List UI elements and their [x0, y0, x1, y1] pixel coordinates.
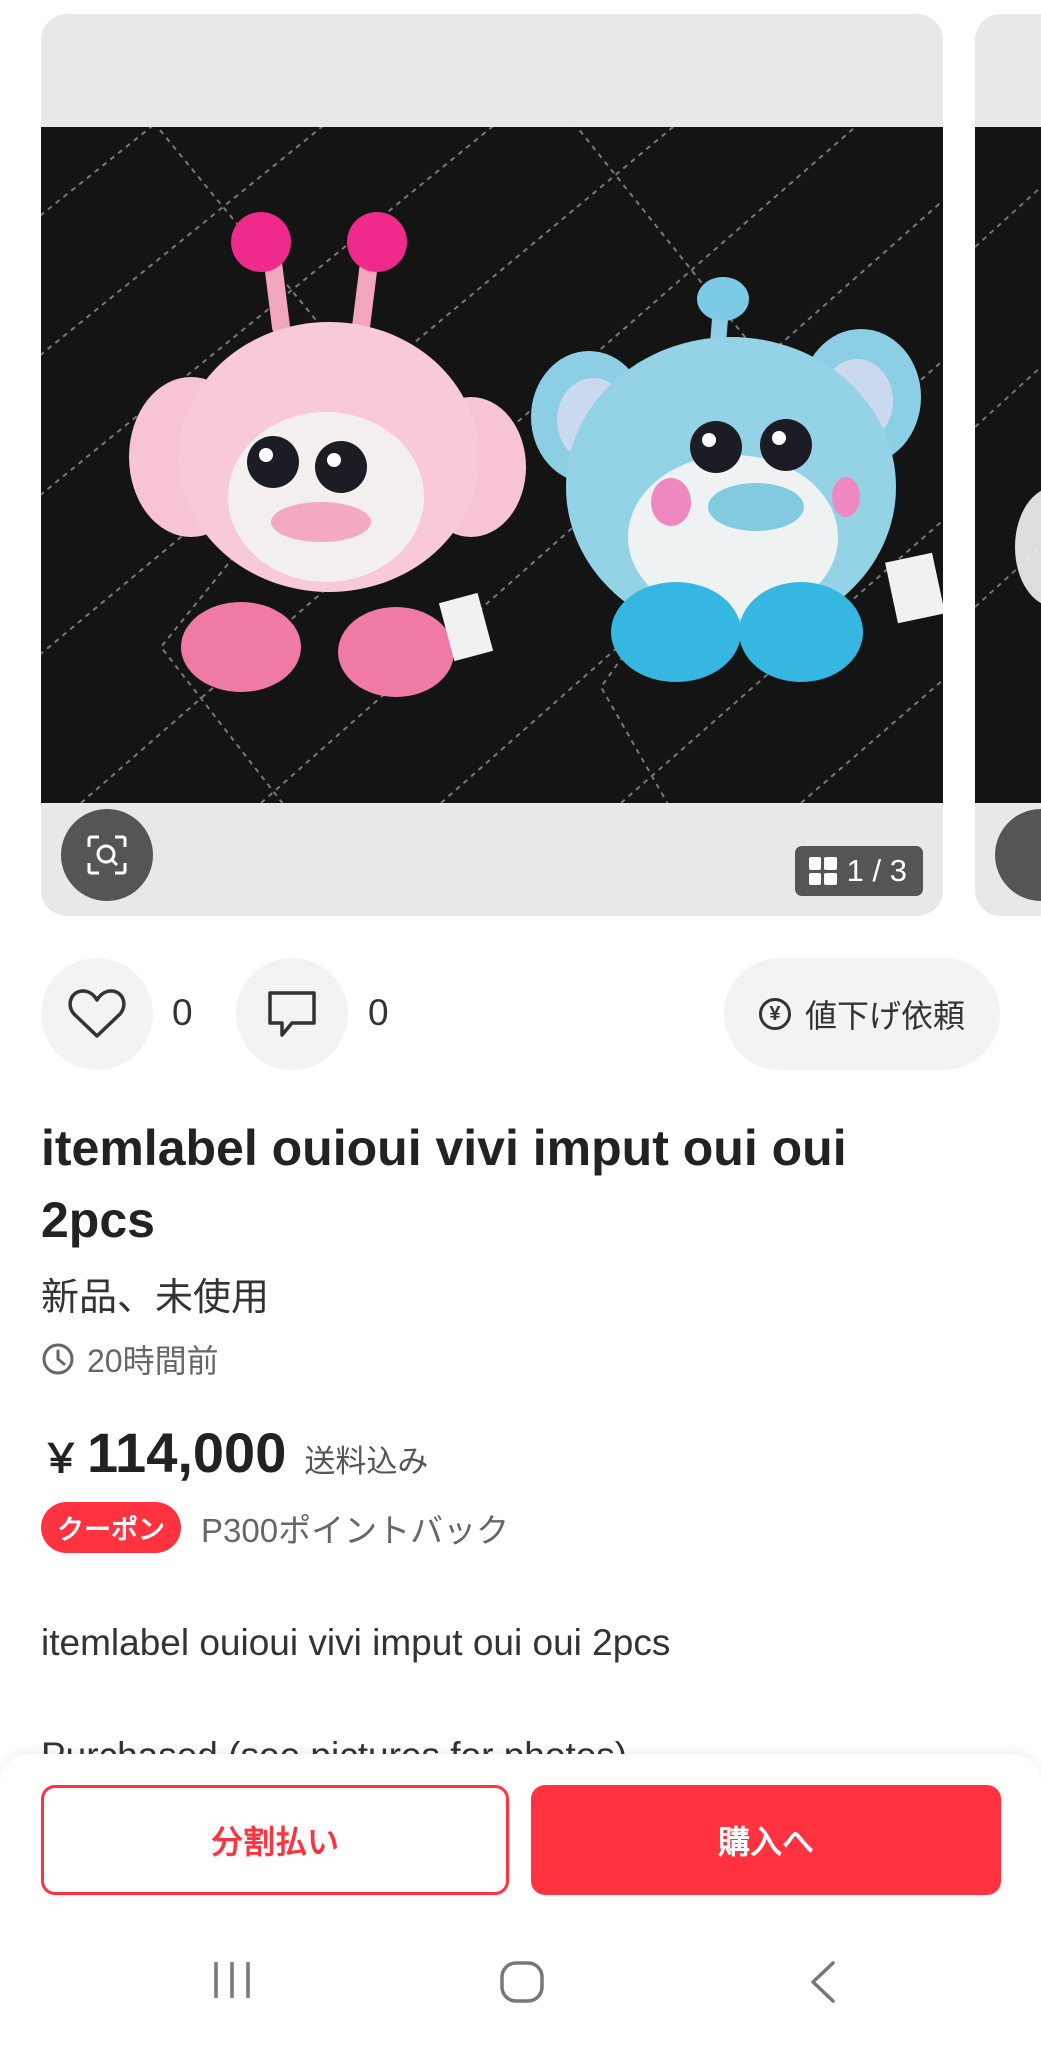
nav-back-button[interactable] — [790, 1960, 854, 2004]
shipping-included: 送料込み — [304, 1444, 429, 1479]
like-button[interactable] — [41, 958, 153, 1070]
installment-button[interactable]: 分割払い — [41, 1785, 509, 1895]
product-photo-illustration — [41, 127, 943, 803]
next-image-search-button — [995, 809, 1041, 901]
nav-home-icon — [500, 1961, 544, 2003]
next-photo-illustration — [975, 127, 1041, 803]
grid-icon — [808, 857, 837, 885]
clock-icon — [42, 1343, 74, 1375]
scan-icon — [87, 835, 127, 875]
currency-symbol: ￥ — [41, 1437, 81, 1481]
coupon-row[interactable]: クーポン P300ポイントバック — [41, 1502, 509, 1553]
comment-icon — [268, 991, 316, 1037]
coupon-badge: クーポン — [41, 1502, 181, 1553]
yen-icon: ¥ — [758, 998, 791, 1030]
product-image-card[interactable]: 1 / 3 — [41, 14, 943, 916]
heart-icon — [68, 989, 126, 1038]
nav-back-icon — [811, 1961, 835, 2003]
nav-recents-icon — [214, 1962, 250, 1998]
posted-time-row: 20時間前 — [41, 1336, 219, 1382]
posted-time: 20時間前 — [87, 1343, 219, 1379]
product-photo[interactable] — [41, 127, 943, 803]
image-counter[interactable]: 1 / 3 — [794, 846, 923, 896]
nav-home-button[interactable] — [490, 1960, 554, 2004]
price-request-label: 値下げ依頼 — [804, 998, 965, 1034]
next-image-card[interactable] — [975, 14, 1041, 916]
image-counter-text: 1 / 3 — [846, 853, 907, 888]
price-request-button[interactable]: ¥ 値下げ依頼 — [724, 958, 1000, 1070]
nav-recents-button[interactable] — [200, 1960, 264, 2000]
price-row: ￥ 114,000 送料込み — [41, 1420, 428, 1485]
comment-count: 0 — [368, 992, 389, 1033]
comment-button[interactable] — [236, 958, 348, 1070]
like-count: 0 — [172, 992, 193, 1033]
next-product-photo — [975, 127, 1041, 803]
item-condition: 新品、未使用 — [41, 1277, 270, 1319]
image-search-button[interactable] — [61, 809, 153, 901]
buy-button[interactable]: 購入へ — [531, 1785, 1001, 1895]
item-title: itemlabel ouioui vivi imput oui oui 2pcs — [41, 1120, 847, 1248]
item-price: 114,000 — [87, 1421, 287, 1484]
item-description: itemlabel ouioui vivi imput oui oui 2pcs — [41, 1622, 671, 1663]
points-back: P300ポイントバック — [201, 1511, 510, 1549]
